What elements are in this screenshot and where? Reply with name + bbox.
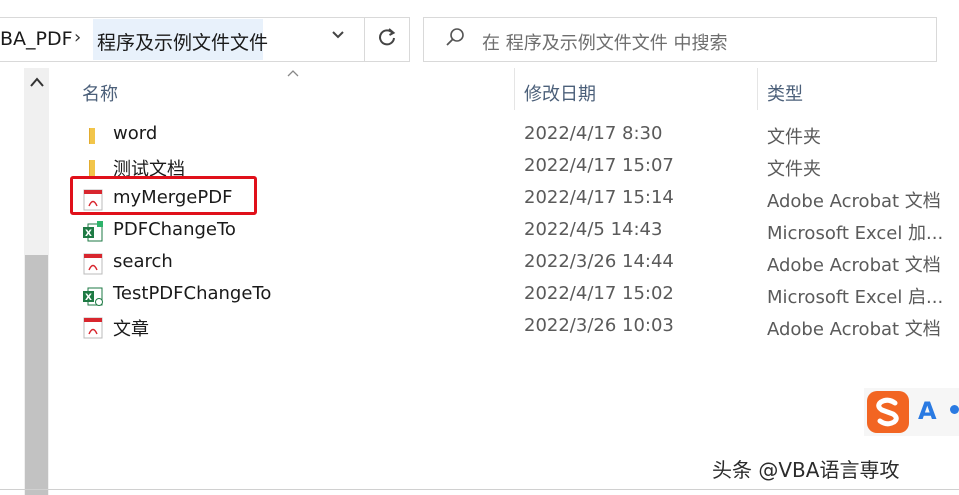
file-type: Adobe Acrobat 文档 <box>767 191 941 212</box>
file-row[interactable]: 文章 2022/3/26 10:03 Adobe Acrobat 文档 <box>80 311 950 343</box>
pdf-icon <box>82 317 104 339</box>
sort-ascending-icon <box>287 66 299 81</box>
ime-dot-icon <box>950 405 959 414</box>
file-type: Adobe Acrobat 文档 <box>767 255 941 276</box>
column-divider[interactable] <box>514 68 515 110</box>
scroll-up-icon[interactable] <box>30 74 44 92</box>
file-modified: 2022/4/17 15:07 <box>524 155 674 176</box>
breadcrumb-current[interactable]: 程序及示例文件文件 <box>97 28 268 55</box>
search-placeholder: 在 程序及示例文件文件 中搜索 <box>482 33 728 54</box>
file-name[interactable]: word <box>113 123 157 144</box>
refresh-icon[interactable] <box>376 26 398 54</box>
excel-macro-icon: X <box>82 285 104 307</box>
breadcrumb-separator-icon[interactable]: › <box>74 27 81 48</box>
ime-mode-letter[interactable]: A <box>918 397 937 425</box>
file-name[interactable]: TestPDFChangeTo <box>113 283 271 304</box>
file-type: Microsoft Excel 启... <box>767 287 944 308</box>
column-header-modified[interactable]: 修改日期 <box>524 80 596 106</box>
file-modified: 2022/3/26 14:44 <box>524 251 674 272</box>
file-modified: 2022/4/17 8:30 <box>524 123 663 144</box>
file-row[interactable]: search 2022/3/26 14:44 Adobe Acrobat 文档 <box>80 247 950 279</box>
svg-text:X: X <box>85 229 92 239</box>
file-type: Microsoft Excel 加... <box>767 223 944 244</box>
file-row[interactable]: X PDFChangeTo 2022/4/5 14:43 Microsoft E… <box>80 215 950 247</box>
file-modified: 2022/4/17 15:02 <box>524 283 674 304</box>
file-modified: 2022/3/26 10:03 <box>524 315 674 336</box>
pdf-icon <box>82 253 104 275</box>
sogou-logo-icon[interactable] <box>867 391 909 433</box>
file-type: 文件夹 <box>767 127 821 148</box>
breadcrumb-parent[interactable]: BA_PDF <box>0 28 73 50</box>
chevron-down-icon[interactable] <box>330 26 346 46</box>
column-header-type[interactable]: 类型 <box>767 80 803 106</box>
file-name[interactable]: PDFChangeTo <box>113 219 236 240</box>
column-header-name[interactable]: 名称 <box>82 80 118 106</box>
watermark: 头条 @VBA语言専攻 <box>712 458 900 482</box>
file-type: 文件夹 <box>767 159 821 180</box>
column-divider[interactable] <box>757 68 758 110</box>
file-name[interactable]: 文章 <box>113 315 149 341</box>
excel-addin-icon: X <box>82 221 104 243</box>
highlight-annotation <box>70 176 257 215</box>
file-name[interactable]: search <box>113 251 173 272</box>
search-icon <box>444 27 466 53</box>
scrollbar-thumb[interactable] <box>25 255 48 495</box>
svg-text:X: X <box>85 293 92 303</box>
file-row[interactable]: X TestPDFChangeTo 2022/4/17 15:02 Micros… <box>80 279 950 311</box>
file-type: Adobe Acrobat 文档 <box>767 319 941 340</box>
folder-icon <box>82 125 104 147</box>
file-row[interactable]: word 2022/4/17 8:30 文件夹 <box>80 119 950 151</box>
file-modified: 2022/4/5 14:43 <box>524 219 663 240</box>
bottom-border <box>0 489 959 490</box>
file-modified: 2022/4/17 15:14 <box>524 187 674 208</box>
